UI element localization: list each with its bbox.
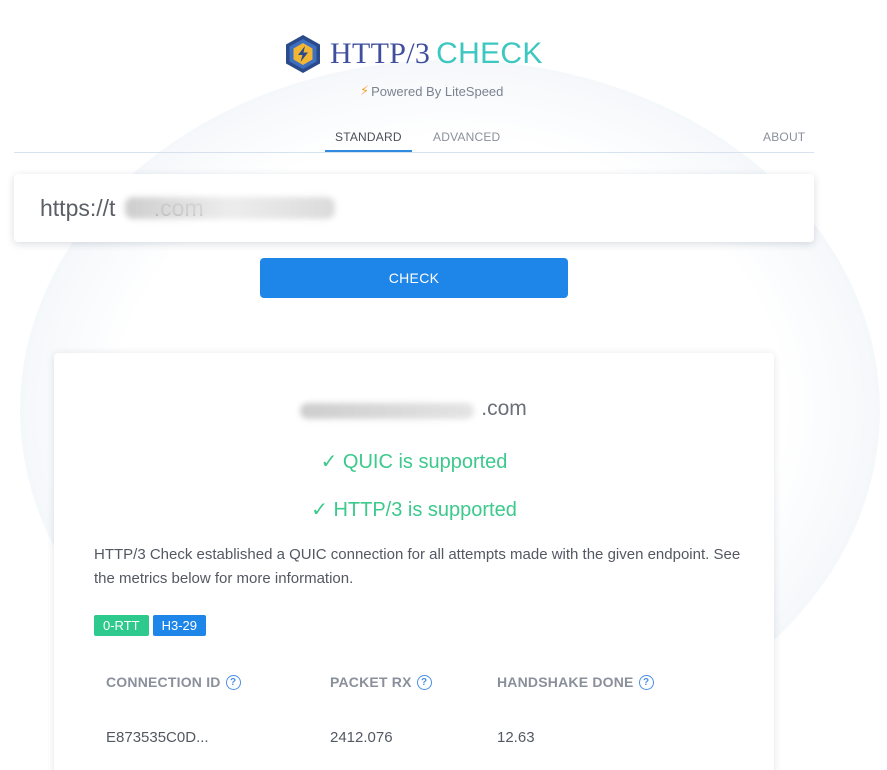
column-header-label: PACKET RX — [330, 674, 412, 690]
lightning-icon: ⚡ — [360, 83, 370, 98]
column-header-label: HANDSHAKE DONE — [497, 674, 634, 690]
result-card: .com ✓ QUIC is supported ✓ HTTP/3 is sup… — [54, 353, 774, 770]
tab-standard[interactable]: STANDARD — [325, 130, 412, 152]
powered-by-label: Powered By LiteSpeed — [371, 83, 504, 99]
http3-status: ✓ HTTP/3 is supported — [311, 499, 517, 521]
column-header-connection-id: CONNECTION ID ? — [106, 674, 241, 690]
app-title-part2: CHECK — [436, 37, 543, 70]
cell-handshake-done: 12.63 — [497, 729, 535, 746]
help-icon[interactable]: ? — [225, 674, 241, 690]
tab-advanced[interactable]: ADVANCED — [433, 130, 500, 152]
badge-list: 0-RTT H3-29 — [94, 615, 207, 636]
redacted-text — [125, 197, 335, 219]
result-domain-text: .com — [481, 397, 527, 420]
redacted-domain — [300, 403, 474, 419]
badge-h3-29: H3-29 — [152, 615, 207, 636]
cell-packet-rx: 2412.076 — [330, 729, 393, 746]
check-button[interactable]: CHECK — [260, 258, 568, 298]
column-header-handshake-done: HANDSHAKE DONE ? — [497, 674, 654, 690]
tab-about[interactable]: ABOUT — [763, 130, 805, 152]
badge-0rtt: 0-RTT — [94, 615, 149, 636]
cell-connection-id: E873535C0D... — [106, 729, 209, 746]
litespeed-logo-icon — [286, 35, 320, 73]
app-title: HTTP/3 CHECK — [330, 34, 543, 74]
column-header-label: CONNECTION ID — [106, 674, 221, 690]
help-icon[interactable]: ? — [416, 674, 432, 690]
powered-by[interactable]: ⚡ Powered By LiteSpeed — [360, 82, 503, 100]
app-logo[interactable]: HTTP/3 CHECK — [284, 34, 543, 74]
app-title-part1: HTTP/3 — [330, 37, 431, 70]
quic-status: ✓ QUIC is supported — [320, 451, 508, 473]
column-header-packet-rx: PACKET RX ? — [330, 674, 432, 690]
nav-tabs: STANDARD ADVANCED ABOUT — [14, 124, 814, 153]
result-description: HTTP/3 Check established a QUIC connecti… — [94, 546, 741, 587]
help-icon[interactable]: ? — [638, 674, 654, 690]
